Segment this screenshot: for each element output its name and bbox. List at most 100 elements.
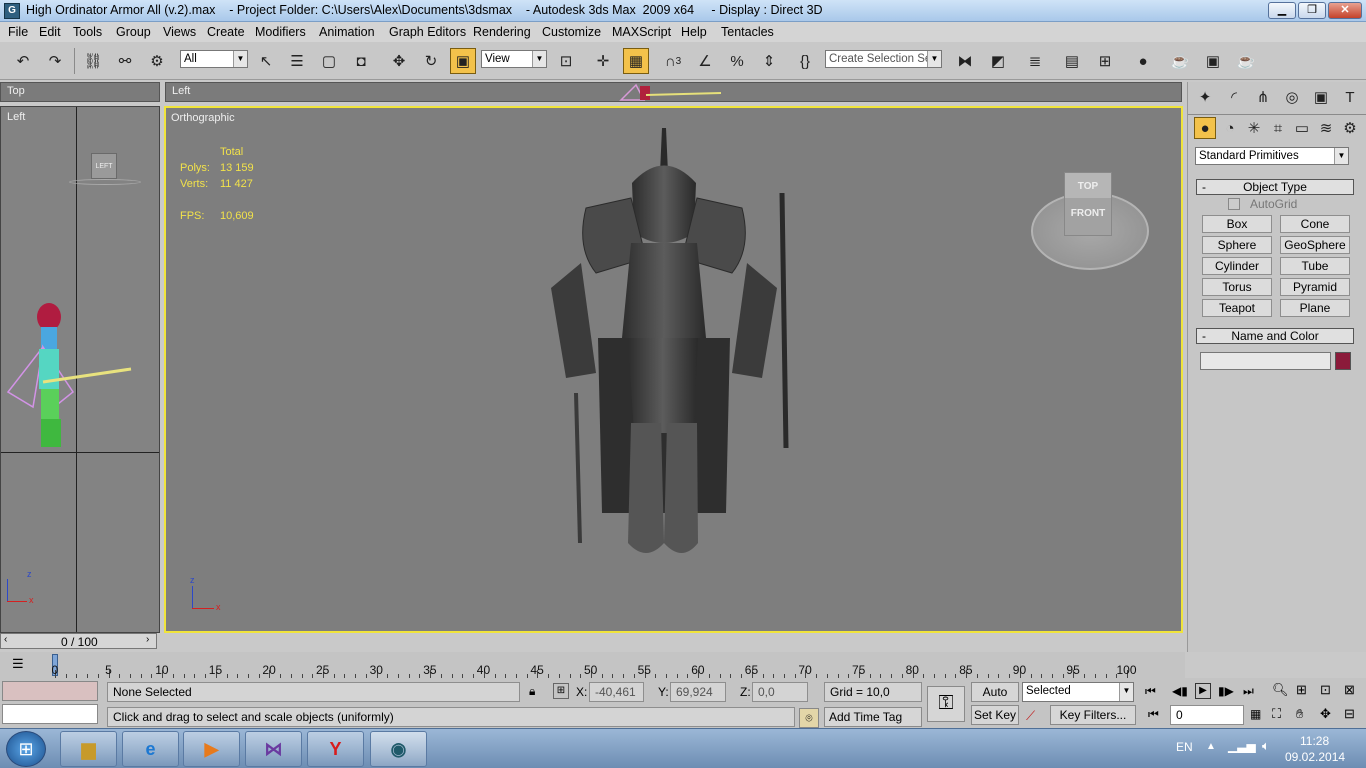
clock-date[interactable]: 09.02.2014 [1285, 750, 1345, 764]
quick-render-icon[interactable]: ☕ [1233, 48, 1259, 74]
close-button[interactable]: ✕ [1328, 2, 1362, 19]
time-slider-next-icon[interactable]: › [146, 634, 149, 645]
scale-icon[interactable]: ▣ [450, 48, 476, 74]
app-icon[interactable]: G [4, 3, 20, 19]
render-setup-icon[interactable]: ☕ [1167, 48, 1193, 74]
name-color-rollout[interactable]: - Name and Color [1196, 328, 1354, 344]
key-icon[interactable]: ⚿ [927, 686, 965, 722]
box-button[interactable]: Box [1202, 215, 1272, 233]
set-key-button[interactable]: Set Key [971, 705, 1019, 725]
language-indicator[interactable]: EN [1176, 740, 1193, 754]
curve-editor-icon[interactable]: ▤ [1059, 48, 1085, 74]
y-coord-field[interactable]: 69,924 [670, 682, 726, 702]
viewcube-top-face[interactable]: TOP [1065, 181, 1111, 192]
cylinder-button[interactable]: Cylinder [1202, 257, 1272, 275]
object-name-input[interactable] [1200, 352, 1331, 370]
menu-graph-editors[interactable]: Graph Editors [389, 25, 466, 39]
percent-snap-icon[interactable]: % [724, 48, 750, 74]
geosphere-button[interactable]: GeoSphere [1280, 236, 1350, 254]
object-type-rollout[interactable]: - Object Type [1196, 179, 1354, 195]
time-tag-icon[interactable]: ⌾ [799, 708, 819, 728]
armor-model[interactable] [536, 123, 806, 583]
zoom-all-icon[interactable]: ⊞ [1296, 682, 1307, 698]
torus-button[interactable]: Torus [1202, 278, 1272, 296]
viewport-left-small[interactable]: Left LEFT z x [0, 106, 160, 633]
primitive-category-dropdown[interactable]: Standard Primitives ▼ [1195, 147, 1349, 165]
x-coord-field[interactable]: -40,461 [589, 682, 644, 702]
pivot-center-icon[interactable]: ⊡ [553, 48, 579, 74]
schematic-view-icon[interactable]: ⊞ [1092, 48, 1118, 74]
motion-tab-icon[interactable]: ◎ [1279, 84, 1305, 110]
3dsmax-taskbar-icon[interactable]: ◉ [370, 731, 427, 767]
field-of-view-icon[interactable]: ⛶ [1272, 706, 1281, 722]
previous-frame-icon[interactable]: ◀▮ [1172, 684, 1188, 698]
object-color-swatch[interactable] [1335, 352, 1351, 370]
orbit-icon[interactable]: ✥ [1320, 706, 1331, 722]
menu-edit[interactable]: Edit [39, 25, 61, 39]
viewport-label-orthographic[interactable]: Orthographic [171, 112, 235, 124]
menu-file[interactable]: File [8, 25, 28, 39]
angle-snap-icon[interactable]: ∠ [692, 48, 718, 74]
default-tangent-icon[interactable]: ⟋ [1026, 708, 1035, 724]
lock-selection-icon[interactable]: 🔒︎ [529, 684, 535, 699]
reference-coord-dropdown[interactable]: View ▼ [481, 50, 547, 68]
key-filters-button[interactable]: Key Filters... [1050, 705, 1136, 725]
clock-time[interactable]: 11:28 [1300, 734, 1329, 748]
go-to-end-icon[interactable]: ⏭ [1243, 684, 1254, 699]
pan-icon[interactable]: ✋︎ [1296, 706, 1303, 722]
key-mode-toggle-icon[interactable]: ⏮ [1148, 707, 1159, 722]
teapot-button[interactable]: Teapot [1202, 299, 1272, 317]
edit-named-selection-icon[interactable]: {} [792, 48, 818, 74]
viewport-label-top[interactable]: Top [7, 85, 25, 97]
internet-explorer-taskbar-icon[interactable]: e [122, 731, 179, 767]
layer-manager-icon[interactable]: ≣ [1022, 48, 1048, 74]
menu-create[interactable]: Create [207, 25, 245, 39]
mirror-icon[interactable]: ⧓ [952, 48, 978, 74]
maximize-viewport-icon[interactable]: ⊟ [1344, 706, 1355, 722]
menu-views[interactable]: Views [163, 25, 196, 39]
time-slider-prev-icon[interactable]: ‹ [4, 634, 7, 645]
mini-curve-editor-icon[interactable]: ☰ [12, 656, 24, 672]
menu-rendering[interactable]: Rendering [473, 25, 531, 39]
undo-icon[interactable]: ↶ [10, 48, 36, 74]
window-crossing-icon[interactable]: ◘ [348, 48, 374, 74]
spinner-snap-icon[interactable]: ⇕ [756, 48, 782, 74]
space-warps-icon[interactable]: ≋ [1315, 117, 1337, 139]
select-by-name-icon[interactable]: ☰ [284, 48, 310, 74]
pyramid-button[interactable]: Pyramid [1280, 278, 1350, 296]
yandex-browser-taskbar-icon[interactable]: Y [307, 731, 364, 767]
tray-expand-icon[interactable]: ▲ [1206, 741, 1216, 752]
add-time-tag-button[interactable]: Add Time Tag [824, 707, 922, 727]
absolute-mode-icon[interactable]: ⊞ [553, 683, 569, 699]
bind-space-warp-icon[interactable]: ⚙ [144, 48, 170, 74]
viewport-label-left[interactable]: Left [7, 111, 25, 123]
explorer-taskbar-icon[interactable]: ▆ [60, 731, 117, 767]
time-configuration-icon[interactable]: ▦ [1250, 707, 1261, 721]
next-frame-icon[interactable]: ▮▶ [1218, 684, 1234, 698]
menu-modifiers[interactable]: Modifiers [255, 25, 306, 39]
menu-customize[interactable]: Customize [542, 25, 601, 39]
z-coord-field[interactable]: 0,0 [752, 682, 808, 702]
play-icon[interactable]: ▶ [1195, 683, 1211, 699]
maxscript-listener-mini[interactable] [2, 681, 98, 701]
go-to-start-icon[interactable]: ⏮ [1145, 684, 1156, 699]
maxscript-input[interactable] [2, 704, 98, 724]
utilities-tab-icon[interactable]: T [1337, 84, 1363, 110]
snap-toggle-icon[interactable]: ∩ 3 [660, 48, 686, 74]
menu-tentacles[interactable]: Tentacles [721, 25, 774, 39]
viewport-left-strip[interactable]: Left [165, 82, 1182, 102]
visual-studio-taskbar-icon[interactable]: ⋈ [245, 731, 302, 767]
time-slider[interactable]: ‹ 0 / 100 › [0, 633, 157, 649]
align-icon[interactable]: ◩ [985, 48, 1011, 74]
select-object-icon[interactable]: ↖ [253, 48, 279, 74]
keyboard-shortcut-override-icon[interactable]: ▦ [623, 48, 649, 74]
modify-tab-icon[interactable]: ◜ [1221, 84, 1247, 110]
systems-icon[interactable]: ⚙ [1339, 117, 1361, 139]
geometry-icon[interactable]: ● [1194, 117, 1216, 139]
rendered-frame-window-icon[interactable]: ▣ [1200, 48, 1226, 74]
helpers-icon[interactable]: ▭ [1291, 117, 1313, 139]
viewport-main[interactable]: Orthographic Total Polys: 13 159 Verts: 11… [164, 106, 1183, 633]
sphere-button[interactable]: Sphere [1202, 236, 1272, 254]
shapes-icon[interactable]: ◔ [1219, 117, 1241, 139]
tube-button[interactable]: Tube [1280, 257, 1350, 275]
